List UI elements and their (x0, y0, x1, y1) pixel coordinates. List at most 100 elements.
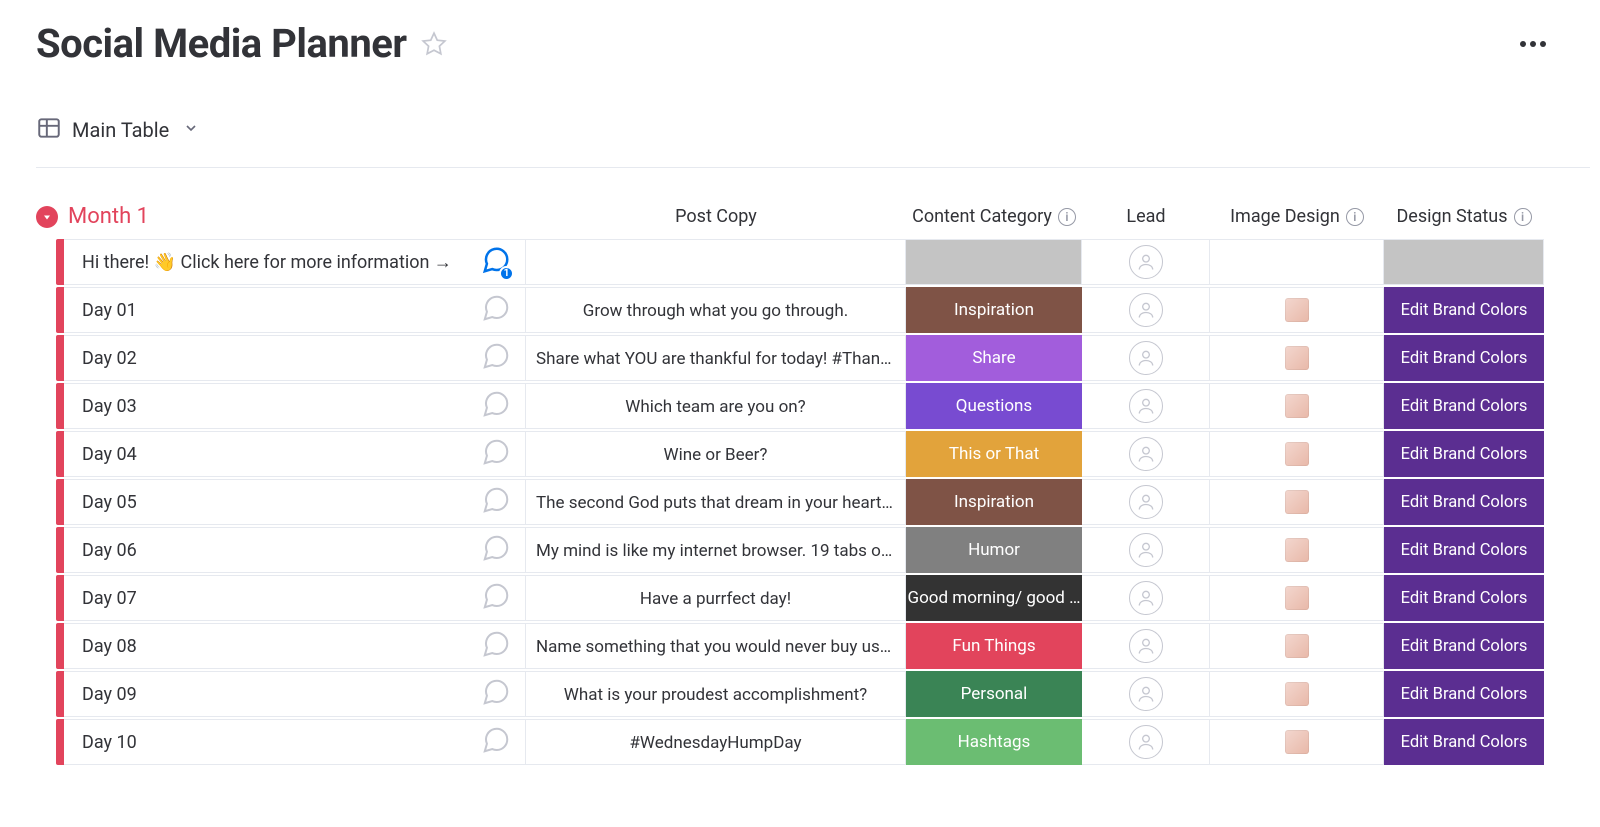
image-design-cell[interactable] (1210, 575, 1384, 621)
design-status-cell[interactable]: Edit Brand Colors (1384, 623, 1544, 669)
content-category-cell[interactable]: Personal (906, 671, 1082, 717)
row-name-cell[interactable]: Day 07 (64, 575, 526, 621)
row-name-cell[interactable]: Day 08 (64, 623, 526, 669)
design-status-cell[interactable]: Edit Brand Colors (1384, 383, 1544, 429)
content-category-cell[interactable]: Humor (906, 527, 1082, 573)
design-status-cell[interactable]: Edit Brand Colors (1384, 287, 1544, 333)
image-design-cell[interactable] (1210, 479, 1384, 525)
lead-cell[interactable] (1082, 671, 1210, 717)
column-header-post-copy[interactable]: Post Copy (526, 204, 906, 229)
design-status-cell[interactable]: Edit Brand Colors (1384, 527, 1544, 573)
table-row[interactable]: Day 03Which team are you on?Questions Edi… (36, 383, 1590, 429)
image-design-cell[interactable] (1210, 287, 1384, 333)
row-name-cell[interactable]: Day 04 (64, 431, 526, 477)
post-copy-cell[interactable]: Share what YOU are thankful for today! #… (526, 335, 906, 381)
group-collapse-toggle[interactable] (36, 206, 58, 228)
lead-cell[interactable] (1082, 383, 1210, 429)
content-category-cell[interactable]: Inspiration (906, 479, 1082, 525)
content-category-cell[interactable] (906, 239, 1082, 285)
row-name-cell[interactable]: Day 10 (64, 719, 526, 765)
column-header-content-category[interactable]: Content Categoryi (906, 204, 1082, 229)
table-row[interactable]: Day 04Wine or Beer?This or That Edit Bran… (36, 431, 1590, 477)
column-header-image-design[interactable]: Image Designi (1210, 204, 1384, 229)
lead-cell[interactable] (1082, 335, 1210, 381)
post-copy-cell[interactable]: The second God puts that dream in your h… (526, 479, 906, 525)
column-header-lead[interactable]: Lead (1082, 204, 1210, 229)
comment-icon[interactable] (481, 533, 511, 568)
post-copy-cell[interactable]: #WednesdayHumpDay (526, 719, 906, 765)
image-design-cell[interactable] (1210, 527, 1384, 573)
post-copy-cell[interactable] (526, 239, 906, 285)
row-name-cell[interactable]: Day 02 (64, 335, 526, 381)
content-category-cell[interactable]: Good morning/ good … (906, 575, 1082, 621)
image-design-cell[interactable] (1210, 335, 1384, 381)
comment-icon[interactable]: 1 (481, 245, 511, 280)
lead-cell[interactable] (1082, 287, 1210, 333)
design-status-cell[interactable]: Edit Brand Colors (1384, 575, 1544, 621)
lead-cell[interactable] (1082, 479, 1210, 525)
post-copy-cell[interactable]: Which team are you on? (526, 383, 906, 429)
post-copy-cell[interactable]: Name something that you would never buy … (526, 623, 906, 669)
comment-icon[interactable] (481, 581, 511, 616)
lead-cell[interactable] (1082, 431, 1210, 477)
design-status-cell[interactable] (1384, 239, 1544, 285)
comment-icon[interactable] (481, 389, 511, 424)
image-design-cell[interactable] (1210, 671, 1384, 717)
comment-icon[interactable] (481, 485, 511, 520)
content-category-cell[interactable]: Hashtags (906, 719, 1082, 765)
info-icon[interactable]: i (1514, 208, 1532, 226)
row-name-cell[interactable]: Day 01 (64, 287, 526, 333)
content-category-cell[interactable]: Inspiration (906, 287, 1082, 333)
favorite-star-icon[interactable] (421, 31, 447, 57)
comment-icon[interactable] (481, 341, 511, 376)
image-design-cell[interactable] (1210, 719, 1384, 765)
image-design-cell[interactable] (1210, 239, 1384, 285)
design-status-cell[interactable]: Edit Brand Colors (1384, 671, 1544, 717)
row-name-cell[interactable]: Hi there! 👋 Click here for more informat… (64, 239, 526, 285)
view-selector[interactable]: Main Table (36, 115, 1590, 168)
design-status-cell[interactable]: Edit Brand Colors (1384, 335, 1544, 381)
lead-cell[interactable] (1082, 719, 1210, 765)
table-row[interactable]: Day 05The second God puts that dream in … (36, 479, 1590, 525)
table-row[interactable]: Hi there! 👋 Click here for more informat… (36, 239, 1590, 285)
content-category-cell[interactable]: This or That (906, 431, 1082, 477)
lead-cell[interactable] (1082, 239, 1210, 285)
table-row[interactable]: Day 07Have a purrfect day!Good morning/ … (36, 575, 1590, 621)
comment-icon[interactable] (481, 293, 511, 328)
row-name-cell[interactable]: Day 05 (64, 479, 526, 525)
comment-icon[interactable] (481, 725, 511, 760)
lead-cell[interactable] (1082, 575, 1210, 621)
image-design-cell[interactable] (1210, 383, 1384, 429)
group-name[interactable]: Month 1 (68, 204, 149, 229)
table-row[interactable]: Day 01Grow through what you go through.I… (36, 287, 1590, 333)
table-row[interactable]: Day 06My mind is like my internet browse… (36, 527, 1590, 573)
post-copy-cell[interactable]: My mind is like my internet browser. 19 … (526, 527, 906, 573)
row-name-cell[interactable]: Day 06 (64, 527, 526, 573)
comment-icon[interactable] (481, 677, 511, 712)
table-row[interactable]: Day 02Share what YOU are thankful for to… (36, 335, 1590, 381)
image-design-cell[interactable] (1210, 431, 1384, 477)
design-status-cell[interactable]: Edit Brand Colors (1384, 719, 1544, 765)
design-status-cell[interactable]: Edit Brand Colors (1384, 479, 1544, 525)
content-category-cell[interactable]: Questions (906, 383, 1082, 429)
post-copy-cell[interactable]: Wine or Beer? (526, 431, 906, 477)
comment-icon[interactable] (481, 629, 511, 664)
content-category-cell[interactable]: Fun Things (906, 623, 1082, 669)
content-category-cell[interactable]: Share (906, 335, 1082, 381)
more-options-icon[interactable] (1516, 37, 1550, 51)
comment-icon[interactable] (481, 437, 511, 472)
post-copy-cell[interactable]: Have a purrfect day! (526, 575, 906, 621)
lead-cell[interactable] (1082, 527, 1210, 573)
post-copy-cell[interactable]: What is your proudest accomplishment? (526, 671, 906, 717)
info-icon[interactable]: i (1058, 208, 1076, 226)
post-copy-cell[interactable]: Grow through what you go through. (526, 287, 906, 333)
info-icon[interactable]: i (1346, 208, 1364, 226)
table-row[interactable]: Day 08Name something that you would neve… (36, 623, 1590, 669)
design-status-cell[interactable]: Edit Brand Colors (1384, 431, 1544, 477)
lead-cell[interactable] (1082, 623, 1210, 669)
column-header-design-status[interactable]: Design Statusi (1384, 204, 1544, 229)
image-design-cell[interactable] (1210, 623, 1384, 669)
row-name-cell[interactable]: Day 03 (64, 383, 526, 429)
table-row[interactable]: Day 09What is your proudest accomplishme… (36, 671, 1590, 717)
row-name-cell[interactable]: Day 09 (64, 671, 526, 717)
